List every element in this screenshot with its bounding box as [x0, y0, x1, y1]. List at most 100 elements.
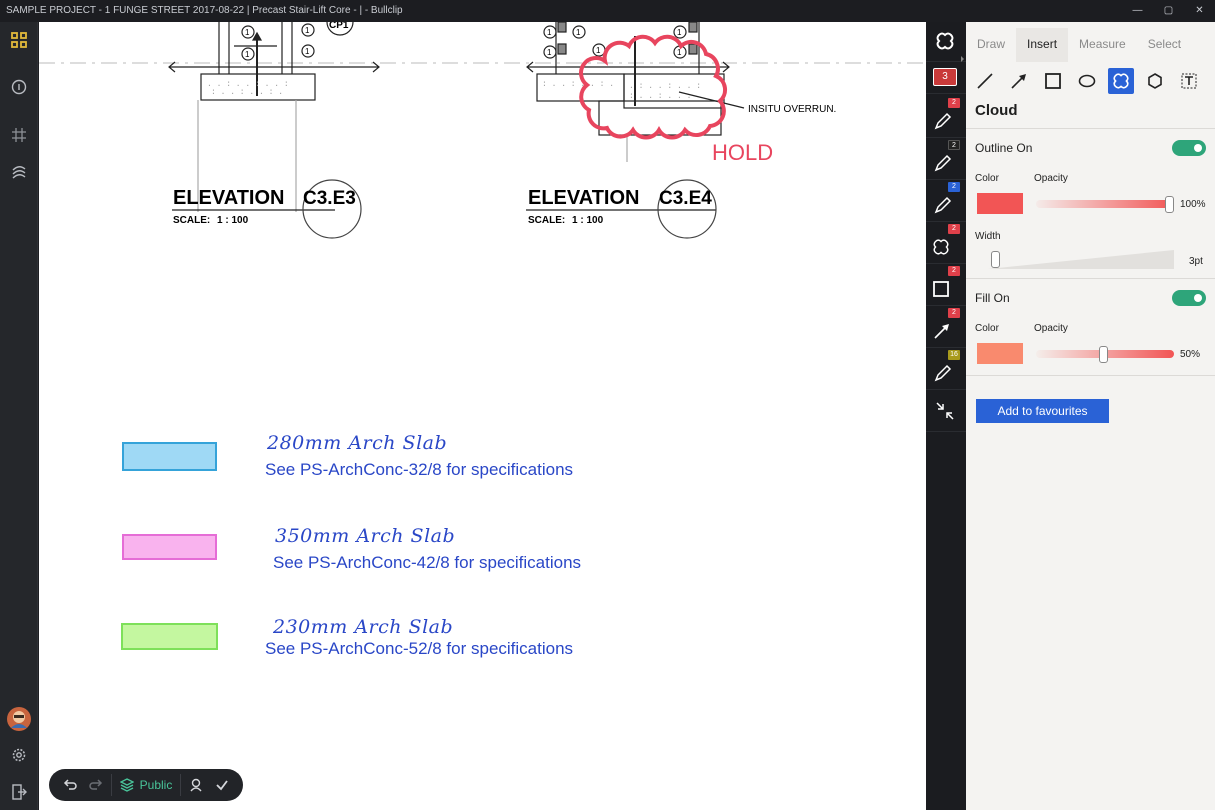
fill-color-swatch[interactable]: [977, 343, 1023, 364]
legend-swatch-pink[interactable]: [122, 534, 217, 560]
cloud-tool-slot[interactable]: [926, 22, 966, 62]
maximize-button[interactable]: ▢: [1153, 0, 1184, 22]
fill-color-label: Color: [975, 323, 999, 334]
ellipse-icon: [1078, 74, 1096, 88]
tool-count-badge: 16: [948, 350, 960, 360]
arrow-icon: [1011, 74, 1026, 89]
polygon-icon: [1148, 73, 1162, 89]
add-to-favourites-button[interactable]: Add to favourites: [976, 399, 1109, 423]
legend-title-2[interactable]: 350mm Arch Slab: [275, 525, 455, 547]
svg-text:1: 1: [596, 46, 601, 55]
legend-spec-3[interactable]: See PS-ArchConc-52/8 for specifications: [265, 639, 573, 659]
cloud-icon: [933, 239, 949, 255]
outline-color-swatch[interactable]: [977, 193, 1023, 214]
user-stamp-icon[interactable]: [185, 772, 207, 798]
info-icon[interactable]: [9, 77, 29, 97]
fill-toggle[interactable]: [1172, 290, 1206, 306]
legend-title-1[interactable]: 280mm Arch Slab: [267, 432, 447, 454]
layers-icon[interactable]: [9, 162, 29, 182]
svg-text:1: 1: [677, 28, 682, 37]
elevation-left-scale-label: SCALE:: [173, 215, 210, 226]
width-value: 3pt: [1189, 256, 1203, 267]
line-tool-button[interactable]: [972, 68, 998, 94]
fill-label: Fill On: [975, 291, 1010, 305]
window-titlebar: SAMPLE PROJECT - 1 FUNGE STREET 2017-08-…: [0, 0, 1215, 22]
outline-opacity-value: 100%: [1180, 199, 1206, 210]
recent-tool-cloud[interactable]: 2: [926, 222, 966, 264]
tab-measure[interactable]: Measure: [1068, 28, 1137, 62]
legend-spec-2[interactable]: See PS-ArchConc-42/8 for specifications: [273, 553, 581, 573]
visibility-public-button[interactable]: Public: [116, 778, 177, 792]
close-button[interactable]: ✕: [1184, 0, 1215, 22]
ellipse-tool-button[interactable]: [1074, 68, 1100, 94]
tool-title: Cloud: [975, 102, 1018, 119]
settings-gear-icon[interactable]: [9, 745, 29, 765]
outline-color-label: Color: [975, 173, 999, 184]
active-markup-count[interactable]: 3: [926, 62, 966, 94]
elevation-left-scale-value: 1 : 100: [217, 215, 249, 226]
logout-icon[interactable]: [9, 782, 29, 802]
fill-opacity-thumb[interactable]: [1099, 346, 1108, 363]
window-title: SAMPLE PROJECT - 1 FUNGE STREET 2017-08-…: [6, 5, 403, 16]
arrow-icon: [934, 324, 949, 339]
outline-toggle[interactable]: [1172, 140, 1206, 156]
legend-swatch-blue[interactable]: [122, 442, 217, 471]
undo-icon[interactable]: [59, 772, 81, 798]
recent-tool-pen-red[interactable]: 2: [926, 96, 966, 138]
tool-count-badge: 2: [948, 182, 960, 192]
callout-note: INSITU OVERRUN.: [748, 104, 836, 115]
pen-icon: [934, 196, 952, 214]
legend-title-3[interactable]: 230mm Arch Slab: [273, 616, 453, 638]
toolbar-divider: [180, 774, 182, 796]
avatar[interactable]: [6, 706, 32, 732]
tab-insert[interactable]: Insert: [1016, 28, 1069, 62]
tool-count-badge: 2: [948, 266, 960, 276]
outline-opacity-slider[interactable]: [1036, 200, 1174, 208]
arrow-tool-button[interactable]: [1006, 68, 1032, 94]
circle-ref-label: 1: [245, 28, 250, 37]
svg-text:1: 1: [245, 50, 250, 59]
outline-opacity-thumb[interactable]: [1165, 196, 1174, 213]
tool-count-badge: 2: [948, 140, 960, 150]
tool-count-badge: 2: [948, 98, 960, 108]
line-icon: [977, 73, 993, 89]
cloud-tool-button[interactable]: [1108, 68, 1134, 94]
legend-swatch-green[interactable]: [121, 623, 218, 650]
recent-tool-pen-black[interactable]: 2: [926, 138, 966, 180]
top-marker-label: CP1: [329, 22, 349, 31]
width-label: Width: [975, 231, 1001, 242]
tab-draw[interactable]: Draw: [966, 28, 1016, 62]
legend-spec-1[interactable]: See PS-ArchConc-32/8 for specifications: [265, 460, 573, 480]
svg-text:1: 1: [547, 48, 552, 57]
recent-tool-rectangle[interactable]: 2: [926, 264, 966, 306]
tool-count-badge: 2: [948, 308, 960, 318]
elevation-left-title: ELEVATION: [173, 187, 284, 209]
hold-markup-text[interactable]: HOLD: [712, 140, 773, 165]
grid-icon[interactable]: [9, 125, 29, 145]
toolbar-divider: [110, 774, 112, 796]
pen-icon: [934, 154, 952, 172]
recent-tool-arrow[interactable]: 2: [926, 306, 966, 348]
polygon-tool-button[interactable]: [1142, 68, 1168, 94]
width-slider[interactable]: [988, 248, 1174, 270]
svg-text:1: 1: [576, 28, 581, 37]
minimize-button[interactable]: —: [1122, 0, 1153, 22]
elevation-right-title: ELEVATION: [528, 187, 639, 209]
collapse-tools-button[interactable]: [926, 390, 966, 432]
redo-icon[interactable]: [85, 772, 107, 798]
tab-select[interactable]: Select: [1137, 28, 1192, 62]
compress-arrows-icon: [936, 402, 954, 420]
section-divider: [966, 375, 1215, 376]
drawing-canvas[interactable]: . . : . . : . . : : . . : . . : . 1 1 1 …: [39, 22, 926, 810]
section-divider: [966, 128, 1215, 129]
visibility-label: Public: [139, 778, 173, 792]
rectangle-tool-button[interactable]: [1040, 68, 1066, 94]
width-slider-thumb[interactable]: [991, 251, 1000, 268]
elevation-left-ref: C3.E3: [303, 188, 356, 209]
recent-tool-pen-blue[interactable]: 2: [926, 180, 966, 222]
recent-tool-pen-yellow[interactable]: 16: [926, 348, 966, 390]
apps-grid-icon[interactable]: [9, 30, 29, 50]
text-tool-button[interactable]: [1176, 68, 1202, 94]
elevation-right-scale-label: SCALE:: [528, 215, 565, 226]
check-icon[interactable]: [211, 772, 233, 798]
